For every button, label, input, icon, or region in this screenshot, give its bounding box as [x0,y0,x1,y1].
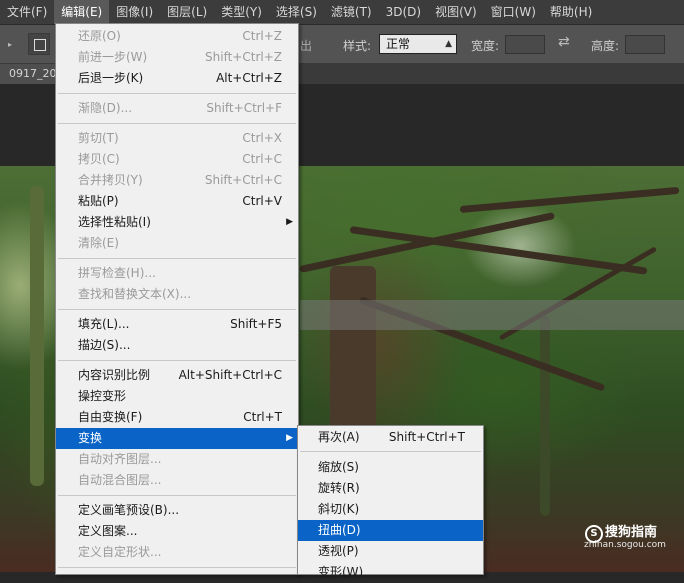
menu-item-transform[interactable]: 变换 ▶ [56,428,298,449]
menu-separator [58,123,296,124]
menu-separator [58,93,296,94]
swap-dimensions-icon[interactable]: ⇄ [558,34,570,50]
menu-separator [58,360,296,361]
submenu-item-rotate[interactable]: 旋转(R) [298,478,483,499]
menu-item-paste-special[interactable]: 选择性粘贴(I) ▶ [56,212,298,233]
width-input[interactable] [505,35,545,54]
menu-item-auto-align-layers[interactable]: 自动对齐图层... [56,449,298,470]
menu-image[interactable]: 图像(I) [109,0,160,24]
tree-trunk [30,186,44,486]
menu-3d[interactable]: 3D(D) [379,0,428,24]
menu-filter[interactable]: 滤镜(T) [324,0,379,24]
menu-separator [58,495,296,496]
menu-item-clear[interactable]: 清除(E) [56,233,298,254]
clipped-option-text: 出 [300,39,313,53]
menu-item-define-pattern[interactable]: 定义图案... [56,521,298,542]
menu-help[interactable]: 帮助(H) [543,0,599,24]
marquee-tool-preset-button[interactable] [28,33,50,55]
submenu-item-warp[interactable]: 变形(W) [298,562,483,583]
watermark-text: 搜狗指南 [605,525,658,540]
menu-item-step-forward[interactable]: 前进一步(W) Shift+Ctrl+Z [56,47,298,68]
menu-item-find-replace[interactable]: 查找和替换文本(X)... [56,284,298,305]
menu-item-define-custom-shape[interactable]: 定义自定形状... [56,542,298,563]
style-value: 正常 [386,37,411,51]
menu-item-copy[interactable]: 拷贝(C) Ctrl+C [56,149,298,170]
menu-item-cut[interactable]: 剪切(T) Ctrl+X [56,128,298,149]
submenu-item-skew[interactable]: 斜切(K) [298,499,483,520]
menu-item-free-transform[interactable]: 自由变换(F) Ctrl+T [56,407,298,428]
edit-menu: 还原(O) Ctrl+Z 前进一步(W) Shift+Ctrl+Z 后退一步(K) A… [55,23,299,575]
menu-item-content-aware-scale[interactable]: 内容识别比例 Alt+Shift+Ctrl+C [56,365,298,386]
height-label: 高度: [591,39,620,53]
menu-file[interactable]: 文件(F) [0,0,54,24]
menu-type[interactable]: 类型(Y) [214,0,269,24]
menu-separator [300,451,481,452]
watermark-url: zhinan.sogou.com [584,540,666,550]
menu-item-fade[interactable]: 渐隐(D)... Shift+Ctrl+F [56,98,298,119]
menu-item-fill[interactable]: 填充(L)... Shift+F5 [56,314,298,335]
grip-icon[interactable]: ▸ [8,40,16,49]
rectangle-marquee-icon [34,39,46,51]
tree-branch [459,186,680,213]
menu-item-puppet-warp[interactable]: 操控变形 [56,386,298,407]
document-tab[interactable]: 0917_20 [0,64,60,84]
menu-item-step-backward[interactable]: 后退一步(K) Alt+Ctrl+Z [56,68,298,89]
menu-item-stroke[interactable]: 描边(S)... [56,335,298,356]
selection-overlay-band [300,300,684,330]
menu-separator [58,567,296,568]
menu-layer[interactable]: 图层(L) [160,0,214,24]
menu-item-paste[interactable]: 粘贴(P) Ctrl+V [56,191,298,212]
menu-select[interactable]: 选择(S) [269,0,324,24]
menu-separator [58,258,296,259]
submenu-item-scale[interactable]: 缩放(S) [298,457,483,478]
spinner-arrows-icon: ▲ [445,39,452,49]
tree-trunk [540,316,550,516]
menu-item-define-brush[interactable]: 定义画笔预设(B)... [56,500,298,521]
height-input[interactable] [625,35,665,54]
submenu-arrow-icon: ▶ [286,217,293,227]
style-select[interactable]: 正常 ▲ [379,34,457,54]
menu-item-undo[interactable]: 还原(O) Ctrl+Z [56,26,298,47]
transform-submenu: 再次(A) Shift+Ctrl+T 缩放(S) 旋转(R) 斜切(K) 扭曲(D… [297,425,484,579]
menu-window[interactable]: 窗口(W) [484,0,543,24]
menu-bar: 文件(F) 编辑(E) 图像(I) 图层(L) 类型(Y) 选择(S) 滤镜(T… [0,0,684,25]
menu-view[interactable]: 视图(V) [428,0,484,24]
submenu-arrow-icon: ▶ [286,433,293,443]
width-label: 宽度: [471,39,500,53]
menu-item-copy-merged[interactable]: 合并拷贝(Y) Shift+Ctrl+C [56,170,298,191]
menu-item-spell-check[interactable]: 拼写检查(H)... [56,263,298,284]
menu-item-auto-blend-layers[interactable]: 自动混合图层... [56,470,298,491]
submenu-item-again[interactable]: 再次(A) Shift+Ctrl+T [298,427,483,448]
submenu-item-distort[interactable]: 扭曲(D) [298,520,483,541]
menu-separator [58,309,296,310]
submenu-item-perspective[interactable]: 透视(P) [298,541,483,562]
menu-edit[interactable]: 编辑(E) [54,0,110,24]
style-label: 样式: [343,39,372,53]
